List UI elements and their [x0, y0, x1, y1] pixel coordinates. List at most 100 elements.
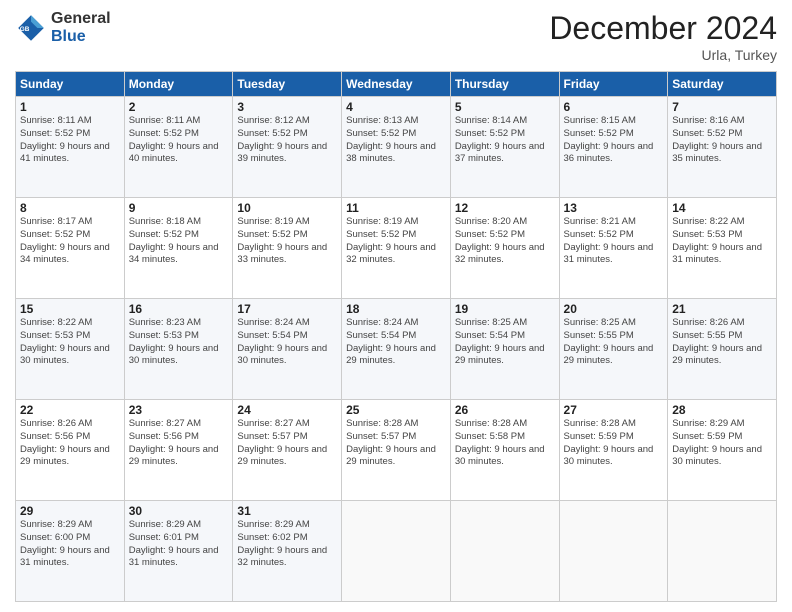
table-row: 15 Sunrise: 8:22 AMSunset: 5:53 PMDaylig…: [16, 299, 125, 400]
location: Urla, Turkey: [549, 47, 777, 63]
table-row: 12 Sunrise: 8:20 AMSunset: 5:52 PMDaylig…: [450, 198, 559, 299]
table-row: 28 Sunrise: 8:29 AMSunset: 5:59 PMDaylig…: [668, 400, 777, 501]
day-info: Sunrise: 8:28 AMSunset: 5:58 PMDaylight:…: [455, 418, 545, 467]
day-number: 27: [564, 403, 664, 417]
day-info: Sunrise: 8:25 AMSunset: 5:55 PMDaylight:…: [564, 317, 654, 366]
day-number: 29: [20, 504, 120, 518]
table-row: 21 Sunrise: 8:26 AMSunset: 5:55 PMDaylig…: [668, 299, 777, 400]
logo-blue: Blue: [51, 28, 86, 45]
table-row: [668, 501, 777, 602]
calendar-week-row: 15 Sunrise: 8:22 AMSunset: 5:53 PMDaylig…: [16, 299, 777, 400]
day-info: Sunrise: 8:29 AMSunset: 6:02 PMDaylight:…: [237, 519, 327, 568]
logo: GB General Blue: [15, 10, 111, 45]
page: GB General Blue December 2024 Urla, Turk…: [0, 0, 792, 612]
day-number: 8: [20, 201, 120, 215]
col-sunday: Sunday: [16, 72, 125, 97]
day-info: Sunrise: 8:28 AMSunset: 5:57 PMDaylight:…: [346, 418, 436, 467]
month-title: December 2024: [549, 10, 777, 47]
day-info: Sunrise: 8:22 AMSunset: 5:53 PMDaylight:…: [672, 216, 762, 265]
day-info: Sunrise: 8:21 AMSunset: 5:52 PMDaylight:…: [564, 216, 654, 265]
day-info: Sunrise: 8:26 AMSunset: 5:55 PMDaylight:…: [672, 317, 762, 366]
svg-text:GB: GB: [20, 26, 30, 33]
table-row: 17 Sunrise: 8:24 AMSunset: 5:54 PMDaylig…: [233, 299, 342, 400]
table-row: 27 Sunrise: 8:28 AMSunset: 5:59 PMDaylig…: [559, 400, 668, 501]
day-number: 26: [455, 403, 555, 417]
table-row: 22 Sunrise: 8:26 AMSunset: 5:56 PMDaylig…: [16, 400, 125, 501]
table-row: [342, 501, 451, 602]
col-wednesday: Wednesday: [342, 72, 451, 97]
day-number: 12: [455, 201, 555, 215]
calendar-week-row: 8 Sunrise: 8:17 AMSunset: 5:52 PMDayligh…: [16, 198, 777, 299]
day-info: Sunrise: 8:19 AMSunset: 5:52 PMDaylight:…: [237, 216, 327, 265]
logo-general: General: [51, 10, 111, 27]
day-number: 28: [672, 403, 772, 417]
table-row: 23 Sunrise: 8:27 AMSunset: 5:56 PMDaylig…: [124, 400, 233, 501]
day-number: 24: [237, 403, 337, 417]
day-number: 20: [564, 302, 664, 316]
header: GB General Blue December 2024 Urla, Turk…: [15, 10, 777, 63]
calendar-week-row: 22 Sunrise: 8:26 AMSunset: 5:56 PMDaylig…: [16, 400, 777, 501]
day-number: 9: [129, 201, 229, 215]
table-row: 18 Sunrise: 8:24 AMSunset: 5:54 PMDaylig…: [342, 299, 451, 400]
table-row: 1 Sunrise: 8:11 AMSunset: 5:52 PMDayligh…: [16, 97, 125, 198]
day-info: Sunrise: 8:17 AMSunset: 5:52 PMDaylight:…: [20, 216, 110, 265]
table-row: 11 Sunrise: 8:19 AMSunset: 5:52 PMDaylig…: [342, 198, 451, 299]
table-row: 31 Sunrise: 8:29 AMSunset: 6:02 PMDaylig…: [233, 501, 342, 602]
day-number: 4: [346, 100, 446, 114]
day-number: 5: [455, 100, 555, 114]
day-info: Sunrise: 8:26 AMSunset: 5:56 PMDaylight:…: [20, 418, 110, 467]
table-row: 20 Sunrise: 8:25 AMSunset: 5:55 PMDaylig…: [559, 299, 668, 400]
calendar-week-row: 29 Sunrise: 8:29 AMSunset: 6:00 PMDaylig…: [16, 501, 777, 602]
day-info: Sunrise: 8:27 AMSunset: 5:56 PMDaylight:…: [129, 418, 219, 467]
table-row: 29 Sunrise: 8:29 AMSunset: 6:00 PMDaylig…: [16, 501, 125, 602]
table-row: 25 Sunrise: 8:28 AMSunset: 5:57 PMDaylig…: [342, 400, 451, 501]
table-row: 24 Sunrise: 8:27 AMSunset: 5:57 PMDaylig…: [233, 400, 342, 501]
table-row: 26 Sunrise: 8:28 AMSunset: 5:58 PMDaylig…: [450, 400, 559, 501]
day-number: 31: [237, 504, 337, 518]
day-info: Sunrise: 8:15 AMSunset: 5:52 PMDaylight:…: [564, 115, 654, 164]
logo-icon: GB: [15, 12, 47, 44]
day-number: 15: [20, 302, 120, 316]
day-info: Sunrise: 8:11 AMSunset: 5:52 PMDaylight:…: [129, 115, 219, 164]
table-row: 5 Sunrise: 8:14 AMSunset: 5:52 PMDayligh…: [450, 97, 559, 198]
day-info: Sunrise: 8:29 AMSunset: 6:01 PMDaylight:…: [129, 519, 219, 568]
table-row: 6 Sunrise: 8:15 AMSunset: 5:52 PMDayligh…: [559, 97, 668, 198]
day-number: 7: [672, 100, 772, 114]
col-friday: Friday: [559, 72, 668, 97]
day-info: Sunrise: 8:23 AMSunset: 5:53 PMDaylight:…: [129, 317, 219, 366]
day-info: Sunrise: 8:28 AMSunset: 5:59 PMDaylight:…: [564, 418, 654, 467]
day-info: Sunrise: 8:20 AMSunset: 5:52 PMDaylight:…: [455, 216, 545, 265]
day-info: Sunrise: 8:29 AMSunset: 6:00 PMDaylight:…: [20, 519, 110, 568]
day-number: 25: [346, 403, 446, 417]
col-saturday: Saturday: [668, 72, 777, 97]
table-row: 8 Sunrise: 8:17 AMSunset: 5:52 PMDayligh…: [16, 198, 125, 299]
day-info: Sunrise: 8:24 AMSunset: 5:54 PMDaylight:…: [346, 317, 436, 366]
table-row: 13 Sunrise: 8:21 AMSunset: 5:52 PMDaylig…: [559, 198, 668, 299]
day-number: 23: [129, 403, 229, 417]
day-info: Sunrise: 8:27 AMSunset: 5:57 PMDaylight:…: [237, 418, 327, 467]
day-number: 6: [564, 100, 664, 114]
day-info: Sunrise: 8:18 AMSunset: 5:52 PMDaylight:…: [129, 216, 219, 265]
day-number: 13: [564, 201, 664, 215]
table-row: 2 Sunrise: 8:11 AMSunset: 5:52 PMDayligh…: [124, 97, 233, 198]
table-row: 7 Sunrise: 8:16 AMSunset: 5:52 PMDayligh…: [668, 97, 777, 198]
day-number: 22: [20, 403, 120, 417]
day-info: Sunrise: 8:13 AMSunset: 5:52 PMDaylight:…: [346, 115, 436, 164]
calendar-week-row: 1 Sunrise: 8:11 AMSunset: 5:52 PMDayligh…: [16, 97, 777, 198]
table-row: 30 Sunrise: 8:29 AMSunset: 6:01 PMDaylig…: [124, 501, 233, 602]
table-row: 4 Sunrise: 8:13 AMSunset: 5:52 PMDayligh…: [342, 97, 451, 198]
day-number: 16: [129, 302, 229, 316]
day-number: 3: [237, 100, 337, 114]
day-info: Sunrise: 8:16 AMSunset: 5:52 PMDaylight:…: [672, 115, 762, 164]
table-row: 14 Sunrise: 8:22 AMSunset: 5:53 PMDaylig…: [668, 198, 777, 299]
calendar-table: Sunday Monday Tuesday Wednesday Thursday…: [15, 71, 777, 602]
day-number: 11: [346, 201, 446, 215]
day-info: Sunrise: 8:11 AMSunset: 5:52 PMDaylight:…: [20, 115, 110, 164]
day-info: Sunrise: 8:14 AMSunset: 5:52 PMDaylight:…: [455, 115, 545, 164]
day-number: 18: [346, 302, 446, 316]
table-row: 10 Sunrise: 8:19 AMSunset: 5:52 PMDaylig…: [233, 198, 342, 299]
day-number: 2: [129, 100, 229, 114]
table-row: 16 Sunrise: 8:23 AMSunset: 5:53 PMDaylig…: [124, 299, 233, 400]
table-row: [450, 501, 559, 602]
col-thursday: Thursday: [450, 72, 559, 97]
